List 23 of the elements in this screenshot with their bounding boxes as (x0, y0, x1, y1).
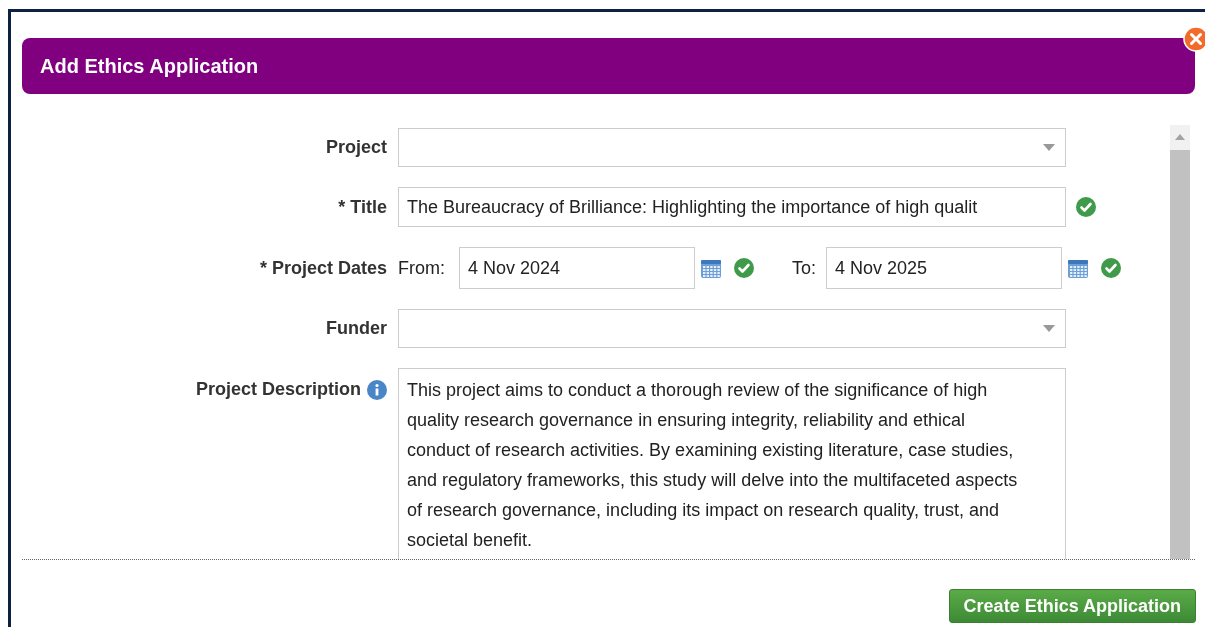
to-label: To: (792, 256, 817, 280)
from-label: From: (398, 256, 446, 280)
calendar-icon[interactable] (700, 257, 722, 279)
dropdown-field[interactable] (398, 309, 1066, 348)
close-icon[interactable] (1183, 26, 1205, 52)
field-label: * Title (338, 195, 387, 219)
title-field[interactable]: The Bureaucracy of Brilliance: Highlighting the importance of high qualit (398, 187, 1066, 227)
field-label: Funder (326, 317, 387, 340)
date-field[interactable]: 4 Nov 2025 (826, 247, 1062, 289)
scroll-up-icon[interactable] (1175, 134, 1185, 140)
caret-icon (1043, 144, 1055, 151)
field-label: Project (325, 136, 387, 159)
field-label: Project Description (195, 378, 361, 401)
date-field[interactable]: 4 Nov 2024 (459, 247, 695, 289)
dropdown-field[interactable] (398, 128, 1066, 167)
scrollbar[interactable] (1170, 125, 1190, 559)
create-button[interactable]: Create Ethics Application (948, 589, 1196, 623)
field-label: * Project Dates (259, 256, 387, 280)
calendar-icon[interactable] (1067, 257, 1089, 279)
dialog-title: Add Ethics Application (40, 54, 259, 79)
description-field[interactable]: This project aims to conduct a thorough review of the significance of high quality research governance in ensuring integrity, reliability and ethical conduct of research activities. By examining existing literature, case studies, and regulatory frameworks, this study will delve into the multifaceted aspects of research governance, including its impact on research quality, trust, and societal benefit. (398, 368, 1066, 559)
info-icon[interactable] (367, 379, 387, 400)
caret-icon (1043, 325, 1055, 332)
